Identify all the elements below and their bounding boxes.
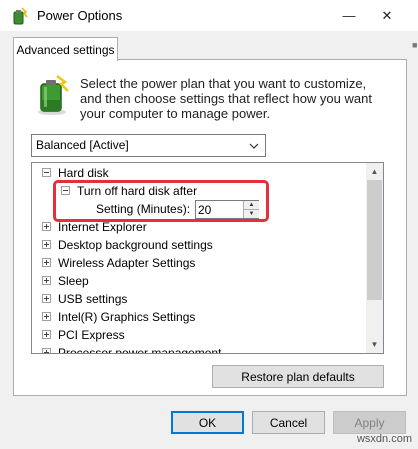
restore-plan-defaults-button[interactable]: Restore plan defaults: [212, 365, 384, 388]
ok-button[interactable]: OK: [171, 411, 244, 434]
expand-icon[interactable]: [42, 240, 51, 249]
collapse-icon[interactable]: [42, 168, 51, 177]
tree-item-label: Desktop background settings: [58, 238, 213, 252]
expand-icon[interactable]: [42, 312, 51, 321]
window-title: Power Options: [37, 8, 123, 23]
tree-scrollbar[interactable]: ▲ ▼: [366, 163, 383, 353]
tree-item-label: Intel(R) Graphics Settings: [58, 310, 196, 324]
expand-icon[interactable]: [42, 258, 51, 267]
minimize-icon: —: [342, 8, 356, 23]
power-plan-value: Balanced [Active]: [36, 138, 129, 152]
scroll-down-icon[interactable]: ▼: [366, 336, 383, 353]
tab-advanced-settings[interactable]: Advanced settings: [13, 37, 118, 61]
expand-icon[interactable]: [42, 276, 51, 285]
highlight-box: [53, 180, 269, 222]
tree-item-label: Sleep: [58, 274, 89, 288]
expand-icon[interactable]: [42, 348, 51, 353]
tree-item-label: PCI Express: [58, 328, 125, 342]
tree-item-label: Wireless Adapter Settings: [58, 256, 196, 270]
tree-item-label: USB settings: [58, 292, 128, 306]
tree-item-label: Processor power management: [58, 346, 222, 354]
window-edge-glyph: ■: [412, 40, 418, 50]
expand-icon[interactable]: [42, 294, 51, 303]
watermark-text: wsxdn.com: [356, 433, 412, 445]
title-bar: Power Options — ✕: [0, 0, 418, 31]
instructions-text: Select the power plan that you want to c…: [80, 76, 372, 121]
apply-button: Apply: [333, 411, 406, 434]
expand-icon[interactable]: [42, 222, 51, 231]
close-button[interactable]: ✕: [364, 0, 410, 31]
battery-plan-icon: [38, 75, 69, 115]
power-options-icon: [13, 7, 28, 25]
expand-icon[interactable]: [42, 330, 51, 339]
tab-label: Advanced settings: [16, 42, 115, 57]
close-icon: ✕: [381, 7, 393, 23]
cancel-button[interactable]: Cancel: [252, 411, 325, 434]
scroll-thumb[interactable]: [367, 180, 382, 300]
chevron-down-icon: [247, 138, 261, 154]
scroll-up-icon[interactable]: ▲: [366, 163, 383, 180]
power-plan-select[interactable]: Balanced [Active]: [31, 134, 266, 157]
